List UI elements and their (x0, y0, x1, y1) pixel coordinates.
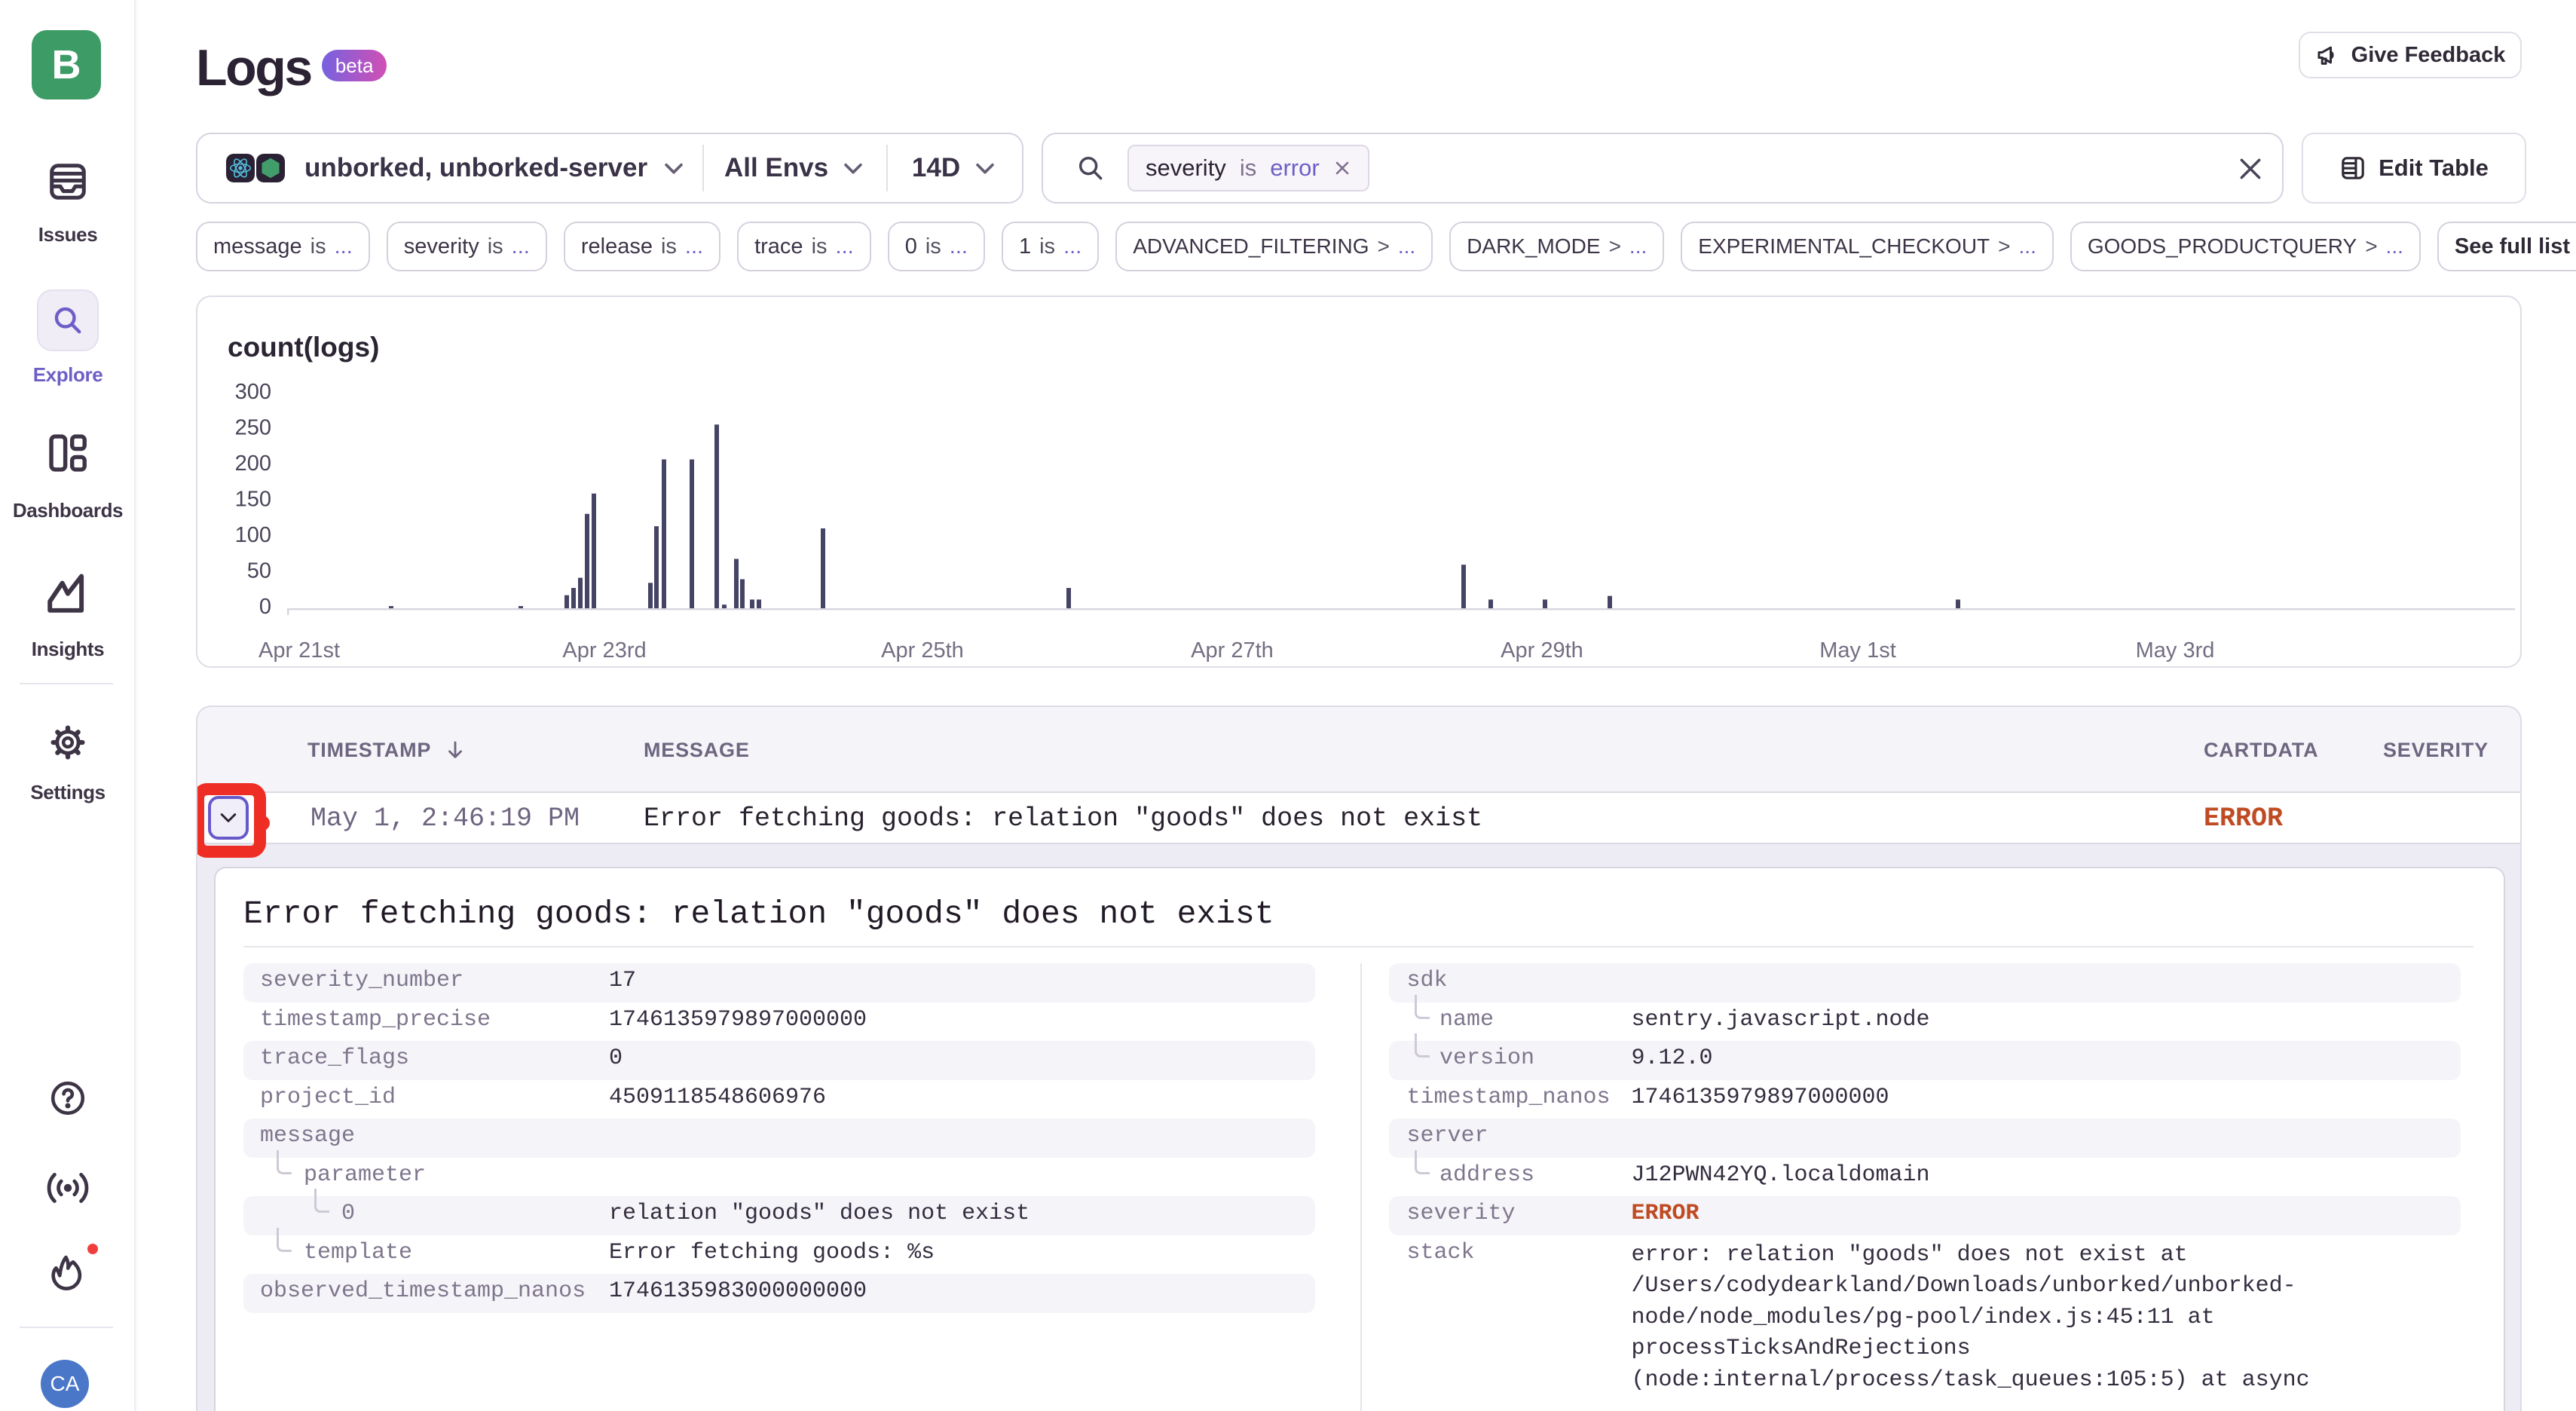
svg-text:May 1st: May 1st (1819, 638, 1896, 663)
svg-text:Apr 27th: Apr 27th (1191, 638, 1274, 663)
svg-text:300: 300 (235, 380, 271, 404)
svg-text:0: 0 (259, 595, 271, 619)
svg-text:50: 50 (247, 559, 271, 583)
svg-text:Apr 23rd: Apr 23rd (562, 638, 646, 663)
svg-text:Apr 25th: Apr 25th (881, 638, 964, 663)
svg-text:200: 200 (235, 451, 271, 476)
svg-text:Apr 21st: Apr 21st (259, 638, 340, 663)
svg-text:150: 150 (235, 488, 271, 512)
svg-text:May 3rd: May 3rd (2136, 638, 2215, 663)
svg-text:100: 100 (235, 523, 271, 547)
svg-text:250: 250 (235, 416, 271, 440)
svg-text:Apr 29th: Apr 29th (1501, 638, 1583, 663)
